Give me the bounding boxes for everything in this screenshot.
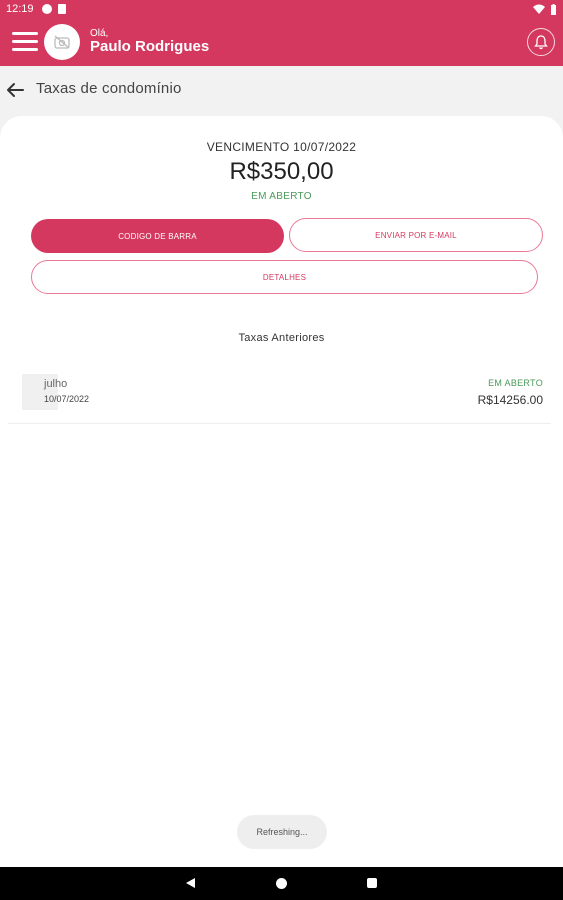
nav-home-icon[interactable] <box>276 878 287 889</box>
due-date-label: VENCIMENTO 10/07/2022 <box>206 140 357 154</box>
wifi-icon <box>533 4 545 14</box>
fee-status: EM ABERTO <box>488 378 543 388</box>
list-item[interactable]: julho 10/07/2022 EM ABERTO R$14256.00 <box>8 366 551 424</box>
notifications-button[interactable] <box>527 28 555 56</box>
sim-icon <box>57 4 66 14</box>
nav-back-icon[interactable] <box>186 878 195 888</box>
bell-icon <box>534 34 548 49</box>
app-bar: Olá, Paulo Rodrigues <box>0 18 563 66</box>
page-header: Taxas de condomínio <box>0 66 563 116</box>
fee-date: 10/07/2022 <box>44 394 90 404</box>
nav-recents-icon[interactable] <box>367 878 377 888</box>
notification-icon <box>41 4 52 14</box>
avatar[interactable] <box>44 24 80 60</box>
refreshing-toast: Refreshing... <box>237 815 327 849</box>
arrow-left-icon[interactable] <box>4 79 26 101</box>
user-name: Paulo Rodrigues <box>90 38 210 55</box>
status-time: 12:19 <box>6 3 34 15</box>
status-badge: EM ABERTO <box>251 191 312 202</box>
fee-card: VENCIMENTO 10/07/2022 R$350,00 EM ABERTO… <box>0 116 563 867</box>
system-nav-bar <box>0 867 563 900</box>
fee-item-amount: R$14256.00 <box>477 393 543 407</box>
fee-amount: R$350,00 <box>229 158 334 185</box>
status-bar: 12:19 <box>0 0 563 18</box>
battery-icon <box>551 3 556 15</box>
previous-fees-title: Taxas Anteriores <box>238 332 325 344</box>
send-email-button[interactable]: ENVIAR POR E-MAIL <box>289 218 543 252</box>
page-title: Taxas de condomínio <box>36 80 182 97</box>
camera-off-icon <box>54 35 70 49</box>
barcode-button[interactable]: CODIGO DE BARRA <box>31 219 284 253</box>
fee-month: julho <box>44 378 68 390</box>
details-button[interactable]: DETALHES <box>31 260 538 294</box>
menu-icon[interactable] <box>12 32 38 52</box>
